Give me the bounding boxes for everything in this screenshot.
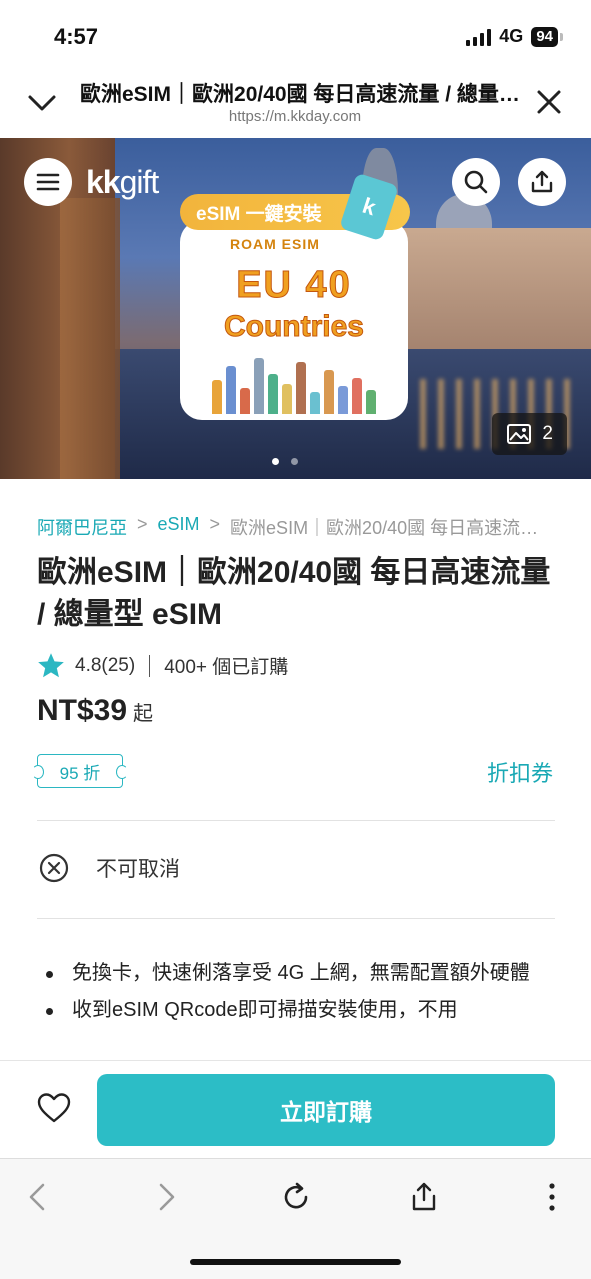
divider xyxy=(37,918,555,919)
order-count: 400+ 個已訂購 xyxy=(164,657,289,678)
divider xyxy=(37,820,555,821)
share-button[interactable] xyxy=(518,158,566,206)
wishlist-button[interactable] xyxy=(36,1091,72,1127)
battery-icon xyxy=(560,32,563,41)
carousel-dot[interactable] xyxy=(272,458,279,465)
kkgift-logo[interactable]: kkgift xyxy=(86,163,160,201)
logo-bold: kk xyxy=(86,163,121,200)
buy-now-button[interactable]: 立即訂購 xyxy=(97,1074,555,1146)
menu-icon xyxy=(36,173,60,191)
cancel-policy-row: 不可取消 xyxy=(38,852,180,884)
breadcrumb-current: 歐洲eSIM｜歐洲20/40國 每日高速流量 / 總量型 eSIM xyxy=(230,518,547,538)
status-time: 4:57 xyxy=(54,24,99,49)
logo-light: gift xyxy=(119,163,160,200)
chevron-right-icon xyxy=(159,1183,175,1211)
browser-toolbar xyxy=(0,1158,591,1279)
battery-level: 94 xyxy=(531,26,558,47)
page-title: 歐洲eSIM｜歐洲20/40國 每日高速流量 / 總量型 eSIM xyxy=(80,83,520,106)
card-headline: EU 40 xyxy=(236,264,352,307)
rating-row: 4.8(25) 400+ 個已訂購 xyxy=(37,652,288,679)
rating-divider xyxy=(149,654,151,677)
status-bar: 4:57 4G 94 xyxy=(0,0,591,70)
signal-icon xyxy=(466,28,492,46)
list-item: 收到eSIM QRcode即可掃描安裝使用，不用 xyxy=(44,992,554,1029)
chevron-right-icon: > xyxy=(137,514,148,534)
card-subheadline: Countries xyxy=(223,310,364,344)
breadcrumb-item-esim[interactable]: eSIM xyxy=(158,514,200,540)
buy-bar: 立即訂購 xyxy=(0,1060,591,1158)
search-icon xyxy=(464,170,488,194)
feature-list: 免換卡，快速俐落享受 4G 上網，無需配置額外硬體 收到eSIM QRcode即… xyxy=(44,955,554,1029)
reload-icon xyxy=(284,1182,308,1209)
star-icon xyxy=(38,653,64,678)
list-item: 免換卡，快速俐落享受 4G 上網，無需配置額外硬體 xyxy=(44,955,554,992)
chevron-down-icon[interactable] xyxy=(24,84,60,120)
hero-banner[interactable]: ROAM ESIM EU 40 Countries eSIM 一鍵安裝 k kk… xyxy=(0,138,591,479)
card-brand-logo: ROAM ESIM xyxy=(230,236,320,252)
hero-buildings-left-2 xyxy=(60,198,120,479)
discount-tag: 95 折 xyxy=(32,754,128,788)
price-suffix: 起 xyxy=(133,703,154,725)
page-url[interactable]: https://m.kkday.com xyxy=(80,108,510,125)
reload-button[interactable] xyxy=(276,1177,316,1217)
chevron-left-icon xyxy=(29,1183,45,1211)
cancel-circle-icon xyxy=(39,853,69,883)
menu-button[interactable] xyxy=(24,158,72,206)
more-button[interactable] xyxy=(532,1177,572,1217)
forward-button[interactable] xyxy=(146,1177,186,1217)
share-page-button[interactable] xyxy=(404,1177,444,1217)
coupon-link[interactable]: 折扣券 xyxy=(487,756,553,788)
share-icon xyxy=(531,170,553,193)
home-indicator[interactable] xyxy=(190,1259,401,1265)
share-icon xyxy=(412,1182,436,1211)
cancel-policy-text: 不可取消 xyxy=(96,858,180,881)
close-icon[interactable] xyxy=(531,84,567,120)
rating-score: 4.8(25) xyxy=(75,654,136,676)
logo-area: kkgift xyxy=(24,158,160,206)
more-vertical-icon xyxy=(549,1183,555,1211)
browser-header: 歐洲eSIM｜歐洲20/40國 每日高速流量 / 總量型 eSIM https:… xyxy=(0,70,591,138)
gallery-button[interactable]: 2 xyxy=(492,413,567,455)
content-fade xyxy=(0,1040,591,1062)
carousel-dots[interactable] xyxy=(272,458,298,465)
landmarks-illustration xyxy=(194,352,394,414)
carousel-dot[interactable] xyxy=(291,458,298,465)
breadcrumb: 阿爾巴尼亞 > eSIM > 歐洲eSIM｜歐洲20/40國 每日高速流量 / … xyxy=(37,514,547,540)
chevron-right-icon: > xyxy=(209,514,221,534)
search-button[interactable] xyxy=(452,158,500,206)
heart-icon xyxy=(37,1093,71,1123)
price-row: NT$39 起 xyxy=(37,694,153,728)
status-indicators: 4G 94 xyxy=(466,26,563,47)
image-icon xyxy=(507,424,532,444)
product-card-image: ROAM ESIM EU 40 Countries xyxy=(180,220,408,420)
breadcrumb-item-albania[interactable]: 阿爾巴尼亞 xyxy=(37,514,127,540)
back-button[interactable] xyxy=(18,1177,58,1217)
product-title: 歐洲eSIM｜歐洲20/40國 每日高速流量 / 總量型 eSIM xyxy=(37,556,551,631)
price-amount: NT$39 xyxy=(37,694,128,727)
gallery-count: 2 xyxy=(542,423,553,444)
network-type: 4G xyxy=(499,26,524,46)
